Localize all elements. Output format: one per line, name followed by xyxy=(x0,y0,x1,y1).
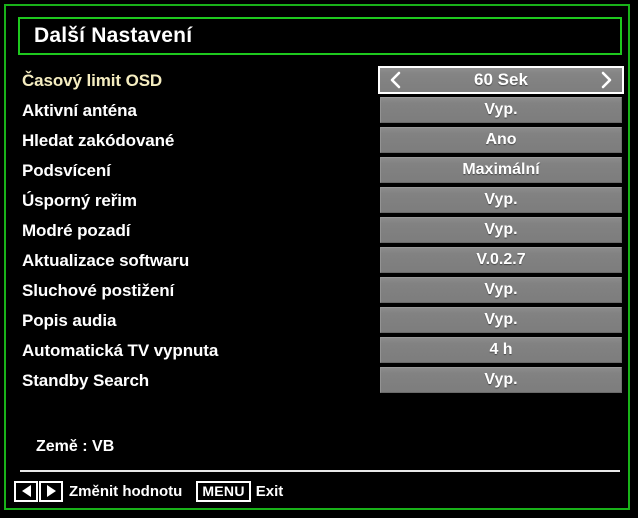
settings-row-value-box[interactable]: Vyp. xyxy=(380,217,622,243)
settings-row-label: Aktivní anténa xyxy=(22,101,137,120)
settings-row-value: V.0.2.7 xyxy=(476,251,526,268)
arrow-left-key[interactable] xyxy=(14,480,38,502)
settings-row-value-box[interactable]: Vyp. xyxy=(380,367,622,393)
settings-row-value: Maximální xyxy=(462,161,540,178)
settings-row[interactable]: Automatická TV vypnuta 4 h xyxy=(0,336,638,366)
settings-row[interactable]: Úsporný reřim Vyp. xyxy=(0,186,638,216)
settings-list: Časový limit OSD 60 Sek Aktivní anténa Vyp.… xyxy=(0,66,638,396)
settings-row-value-box[interactable]: Vyp. xyxy=(380,277,622,303)
settings-row-value: 60 Sek xyxy=(474,70,528,89)
settings-row-value: Vyp. xyxy=(484,101,518,118)
settings-row[interactable]: Aktivní anténa Vyp. xyxy=(0,96,638,126)
footer-divider xyxy=(20,470,620,472)
settings-row-value: Vyp. xyxy=(484,221,518,238)
settings-row[interactable]: Hledat zakódované Ano xyxy=(0,126,638,156)
settings-row-label: Modré pozadí xyxy=(22,221,131,240)
settings-row[interactable]: Časový limit OSD 60 Sek xyxy=(0,66,638,96)
settings-row-value-box[interactable]: 60 Sek xyxy=(378,66,624,94)
settings-row-label: Sluchové postižení xyxy=(22,281,175,300)
settings-row-label: Popis audia xyxy=(22,311,117,330)
settings-row[interactable]: Modré pozadí Vyp. xyxy=(0,216,638,246)
settings-row-label: Časový limit OSD xyxy=(22,71,163,90)
settings-row[interactable]: Popis audia Vyp. xyxy=(0,306,638,336)
arrow-left-icon xyxy=(21,485,31,497)
settings-row-label: Aktualizace softwaru xyxy=(22,251,190,270)
settings-row[interactable]: Podsvícení Maximální xyxy=(0,156,638,186)
menu-key[interactable]: MENU xyxy=(196,480,251,502)
settings-row-value-box[interactable]: Vyp. xyxy=(380,307,622,333)
arrow-right-key[interactable] xyxy=(39,480,63,502)
settings-row-value: Ano xyxy=(485,131,517,148)
settings-row-value-box[interactable]: 4 h xyxy=(380,337,622,363)
settings-row-label: Automatická TV vypnuta xyxy=(22,341,219,360)
settings-row-value-box[interactable]: Ano xyxy=(380,127,622,153)
settings-row-label: Hledat zakódované xyxy=(22,131,175,150)
settings-row-label: Podsvícení xyxy=(22,161,111,180)
settings-row-value: Vyp. xyxy=(484,371,518,388)
settings-row-value-box[interactable]: Vyp. xyxy=(380,97,622,123)
country-status-label: Země : VB xyxy=(36,438,115,455)
settings-row-value: Vyp. xyxy=(484,191,518,208)
footer-hints: Změnit hodnotu MENU Exit xyxy=(14,480,283,502)
page-title: Další Nastavení xyxy=(34,24,193,47)
settings-row-label: Standby Search xyxy=(22,371,150,390)
exit-hint: Exit xyxy=(255,482,284,500)
settings-row-label: Úsporný reřim xyxy=(22,191,137,210)
menu-title-box: Další Nastavení xyxy=(18,17,622,55)
settings-row-value: Vyp. xyxy=(484,281,518,298)
settings-row[interactable]: Aktualizace softwaru V.0.2.7 xyxy=(0,246,638,276)
chevron-right-icon[interactable] xyxy=(599,70,615,90)
settings-row-value-box[interactable]: V.0.2.7 xyxy=(380,247,622,273)
chevron-left-icon[interactable] xyxy=(387,70,403,90)
arrow-right-icon xyxy=(46,485,56,497)
settings-row[interactable]: Sluchové postižení Vyp. xyxy=(0,276,638,306)
osd-screen: Další Nastavení Časový limit OSD 60 Sek Ak… xyxy=(0,0,638,518)
settings-row-value-box[interactable]: Vyp. xyxy=(380,187,622,213)
menu-key-label: MENU xyxy=(202,483,245,499)
settings-row[interactable]: Standby Search Vyp. xyxy=(0,366,638,396)
settings-row-value-box[interactable]: Maximální xyxy=(380,157,622,183)
change-value-hint: Změnit hodnotu xyxy=(69,482,183,500)
settings-row-value: 4 h xyxy=(489,341,513,358)
settings-row-value: Vyp. xyxy=(484,311,518,328)
